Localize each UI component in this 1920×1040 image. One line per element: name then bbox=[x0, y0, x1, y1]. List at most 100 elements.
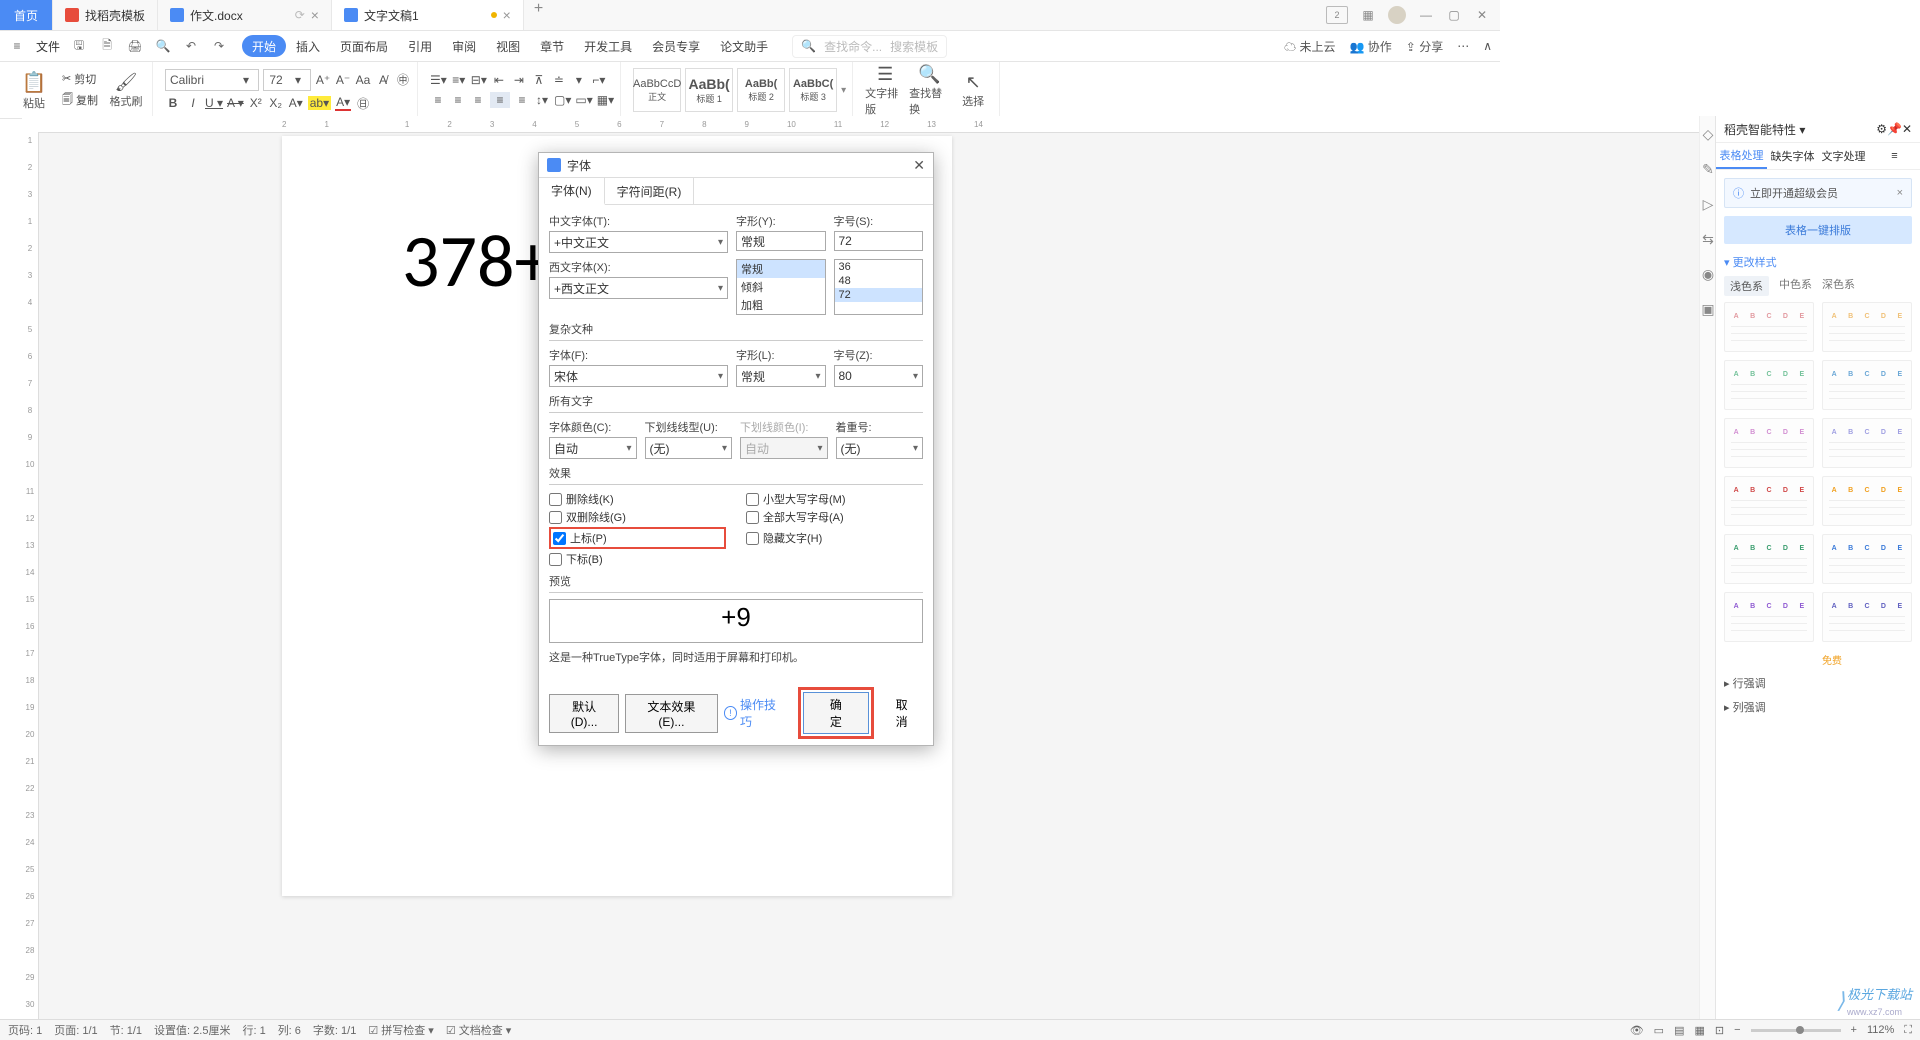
pin-icon[interactable]: 📌 bbox=[1887, 122, 1902, 136]
find-replace-button[interactable]: 🔍查找替换 bbox=[909, 64, 949, 117]
col-emph-header[interactable]: ▸ 列强调 bbox=[1724, 699, 1912, 715]
ribbon-tab-thesis[interactable]: 论文助手 bbox=[710, 31, 778, 61]
close-icon[interactable]: × bbox=[1897, 187, 1903, 199]
underline-icon[interactable]: U ▾ bbox=[205, 96, 223, 110]
layers-icon[interactable]: ▣ bbox=[1701, 301, 1714, 318]
complex-font-select[interactable]: 宋体▾ bbox=[549, 365, 728, 387]
align-center-icon[interactable]: ≡ bbox=[450, 93, 466, 107]
status-doccheck[interactable]: ☑ 文档检查 ▾ bbox=[446, 1022, 512, 1038]
tab-home[interactable]: 首页 bbox=[0, 0, 53, 30]
style-thumb[interactable]: ABCDE bbox=[1724, 418, 1814, 468]
close-panel-icon[interactable]: ✕ bbox=[1902, 122, 1912, 136]
style-thumb[interactable]: ABCDE bbox=[1822, 360, 1912, 410]
tab-doc2[interactable]: 文字文稿1× bbox=[332, 0, 524, 30]
shading-icon[interactable]: ▢▾ bbox=[554, 93, 571, 107]
color-tab-light[interactable]: 浅色系 bbox=[1724, 276, 1769, 296]
avatar-icon[interactable] bbox=[1388, 6, 1406, 24]
minimize-icon[interactable]: — bbox=[1418, 7, 1434, 23]
ruler-horizontal[interactable]: 211234567891011121314 bbox=[22, 116, 1700, 133]
restore-icon[interactable]: ⟳ bbox=[295, 8, 305, 22]
style-thumb[interactable]: ABCDE bbox=[1724, 302, 1814, 352]
gear-icon[interactable]: ⚙ bbox=[1876, 122, 1887, 136]
promo-banner[interactable]: ⓘ 立即开通超级会员 × bbox=[1724, 178, 1912, 208]
complex-style-select[interactable]: 常规▾ bbox=[736, 365, 826, 387]
status-col[interactable]: 列: 6 bbox=[278, 1022, 301, 1038]
style-thumb[interactable]: ABCDE bbox=[1724, 476, 1814, 526]
ribbon-tab-view[interactable]: 视图 bbox=[486, 31, 530, 61]
panel-tab-text[interactable]: 文字处理 bbox=[1818, 143, 1869, 169]
ribbon-tab-dev[interactable]: 开发工具 bbox=[574, 31, 642, 61]
style-thumb[interactable]: ABCDE bbox=[1724, 592, 1814, 642]
effect-allcaps[interactable]: 全部大写字母(A) bbox=[746, 509, 923, 525]
align-right-icon[interactable]: ≡ bbox=[470, 93, 486, 107]
multilevel-icon[interactable]: ⊟▾ bbox=[471, 73, 487, 87]
style-thumb[interactable]: ABCDE bbox=[1822, 302, 1912, 352]
panel-tab-table[interactable]: 表格处理 bbox=[1716, 143, 1767, 169]
borders-icon[interactable]: ▾ bbox=[571, 73, 587, 87]
zoom-in-icon[interactable]: + bbox=[1851, 1024, 1857, 1036]
link-icon[interactable]: ⇆ bbox=[1702, 231, 1714, 248]
view-read-icon[interactable]: 👁 bbox=[1630, 1024, 1644, 1037]
bold-icon[interactable]: B bbox=[165, 96, 181, 110]
line-spacing-icon[interactable]: ↕▾ bbox=[534, 93, 550, 107]
emphasis-select[interactable]: (无)▾ bbox=[836, 437, 924, 459]
style-thumb[interactable]: ABCDE bbox=[1822, 592, 1912, 642]
superscript-icon[interactable]: X² bbox=[248, 96, 264, 110]
status-pos[interactable]: 设置值: 2.5厘米 bbox=[154, 1022, 230, 1038]
dialog-tab-font[interactable]: 字体(N) bbox=[539, 178, 605, 205]
distribute-icon[interactable]: ≡ bbox=[514, 93, 530, 107]
italic-icon[interactable]: I bbox=[185, 96, 201, 110]
font-size-select[interactable]: 72▾ bbox=[263, 69, 311, 91]
cloud-status[interactable]: ☁ 未上云 bbox=[1284, 38, 1335, 55]
effect-subscript[interactable]: 下标(B) bbox=[549, 551, 726, 567]
undo-icon[interactable]: ↶ bbox=[182, 37, 200, 55]
dialog-tab-spacing[interactable]: 字符间距(R) bbox=[605, 178, 695, 204]
style-listbox[interactable]: 常规 倾斜 加粗 bbox=[736, 259, 826, 315]
color-tab-dark[interactable]: 深色系 bbox=[1822, 276, 1855, 296]
effect-smallcaps[interactable]: 小型大写字母(M) bbox=[746, 491, 923, 507]
sort-icon[interactable]: ⊼ bbox=[531, 73, 547, 87]
style-thumb[interactable]: ABCDE bbox=[1822, 476, 1912, 526]
close-dialog-icon[interactable]: ✕ bbox=[913, 157, 925, 174]
zoom-slider[interactable] bbox=[1751, 1029, 1841, 1032]
close-window-icon[interactable]: ✕ bbox=[1474, 7, 1490, 23]
status-page[interactable]: 页码: 1 bbox=[8, 1022, 42, 1038]
clear-format-icon[interactable]: A̸ bbox=[375, 73, 391, 87]
size-input[interactable]: 72 bbox=[834, 231, 924, 251]
color-tab-mid[interactable]: 中色系 bbox=[1779, 276, 1812, 296]
align-justify-icon[interactable]: ≡ bbox=[490, 92, 510, 108]
style-thumb[interactable]: ABCDE bbox=[1822, 534, 1912, 584]
expand-icon[interactable]: ⛶ bbox=[1904, 1024, 1912, 1037]
text-layout-button[interactable]: ☰文字排版 bbox=[865, 64, 905, 117]
menu-icon[interactable]: ≡ bbox=[8, 37, 26, 55]
status-line[interactable]: 行: 1 bbox=[242, 1022, 265, 1038]
grow-font-icon[interactable]: A⁺ bbox=[315, 73, 331, 87]
print-icon[interactable]: 🖨 bbox=[126, 37, 144, 55]
underline-select[interactable]: (无)▾ bbox=[645, 437, 733, 459]
file-menu[interactable]: 文件 bbox=[36, 38, 60, 55]
ribbon-tab-vip[interactable]: 会员专享 bbox=[642, 31, 710, 61]
cut-button[interactable]: ✂ 剪切 bbox=[58, 70, 102, 88]
view-web-icon[interactable]: ▤ bbox=[1674, 1024, 1684, 1037]
font-color-icon[interactable]: A▾ bbox=[335, 95, 351, 111]
pen-icon[interactable]: ✎ bbox=[1702, 161, 1714, 178]
align-left-icon[interactable]: ≡ bbox=[430, 93, 446, 107]
border3-icon[interactable]: ▦▾ bbox=[597, 93, 614, 107]
ruler-vertical[interactable]: 1231234567891011121314151617181920212223… bbox=[22, 132, 39, 1020]
highlight-icon[interactable]: ab▾ bbox=[308, 96, 331, 110]
ribbon-tab-start[interactable]: 开始 bbox=[242, 35, 286, 57]
one-click-layout-button[interactable]: 表格一键排版 bbox=[1724, 216, 1912, 244]
styles-more-icon[interactable]: ▾ bbox=[841, 85, 846, 96]
row-emph-header[interactable]: ▸ 行强调 bbox=[1724, 675, 1912, 691]
command-search[interactable]: 🔍 查找命令... 搜索模板 bbox=[792, 35, 947, 58]
close-icon[interactable]: × bbox=[311, 7, 319, 23]
view-outline-icon[interactable]: ▦ bbox=[1694, 1024, 1704, 1037]
saveas-icon[interactable]: 🗎 bbox=[98, 37, 116, 55]
fit-icon[interactable]: ⊡ bbox=[1715, 1024, 1724, 1037]
ruler-toggle-icon[interactable]: ≐ bbox=[551, 73, 567, 87]
maximize-icon[interactable]: ▢ bbox=[1446, 7, 1462, 23]
ribbon-tab-review[interactable]: 审阅 bbox=[442, 31, 486, 61]
theme-icon[interactable]: ◇ bbox=[1703, 126, 1714, 143]
zoom-value[interactable]: 112% bbox=[1867, 1024, 1894, 1036]
collapse-icon[interactable]: ∧ bbox=[1483, 39, 1492, 53]
